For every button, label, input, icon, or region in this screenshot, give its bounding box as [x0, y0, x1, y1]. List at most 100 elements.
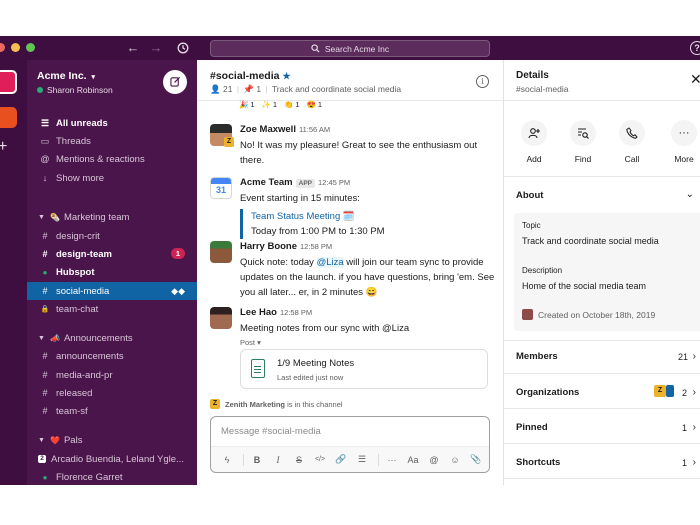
- avatar[interactable]: [210, 307, 232, 329]
- section-header-marketing[interactable]: ▼ 🌯 Marketing team: [27, 208, 197, 226]
- history-icon[interactable]: [174, 39, 192, 59]
- pinned-section[interactable]: Pinned: [516, 422, 548, 433]
- back-arrow-icon[interactable]: ←: [124, 39, 142, 57]
- help-icon[interactable]: ?: [690, 41, 700, 55]
- sidebar-channel-social-media[interactable]: # social-media ◆◆: [27, 282, 197, 300]
- about-section-header[interactable]: About: [516, 190, 543, 201]
- link-icon[interactable]: 🔗: [332, 454, 350, 465]
- reaction-pill[interactable]: 🎉 1: [239, 100, 255, 109]
- text-format-icon[interactable]: Aa: [404, 455, 422, 465]
- user-mention[interactable]: @Liza: [316, 257, 344, 268]
- sidebar-item-threads[interactable]: ▭ Threads: [27, 132, 197, 150]
- sidebar-item-show-more[interactable]: ↓ Show more: [27, 169, 197, 187]
- more-icon[interactable]: ···: [383, 455, 401, 465]
- topic-value[interactable]: Track and coordinate social media: [522, 236, 659, 246]
- channel-topic[interactable]: Track and coordinate social media: [272, 84, 401, 94]
- compose-button[interactable]: [163, 70, 187, 94]
- chevron-right-icon[interactable]: ›: [693, 387, 696, 398]
- compose-icon: [169, 76, 180, 87]
- chevron-right-icon[interactable]: ›: [693, 351, 696, 362]
- sidebar-channel-released[interactable]: # released: [27, 384, 197, 402]
- members-section[interactable]: Members: [516, 351, 558, 362]
- hash-icon: #: [42, 370, 48, 380]
- add-workspace-icon[interactable]: +: [0, 138, 7, 156]
- sidebar-dm-group[interactable]: 2 Arcadio Buendia, Leland Ygle...: [27, 450, 197, 468]
- message-time[interactable]: 12:45 PM: [318, 178, 350, 187]
- channel-info-icon[interactable]: i: [476, 75, 489, 88]
- sidebar-dm-hubspot[interactable]: ● Hubspot: [27, 263, 197, 281]
- reaction-pill[interactable]: ✨ 1: [262, 100, 278, 109]
- calendar-app-icon[interactable]: 31: [210, 177, 232, 199]
- members-count: 21: [678, 352, 689, 362]
- chevron-right-icon[interactable]: ›: [693, 422, 696, 433]
- avatar[interactable]: [210, 241, 232, 263]
- channel-title[interactable]: #social-media ★: [210, 70, 291, 82]
- topic-label: Topic: [522, 221, 541, 230]
- forward-arrow-icon[interactable]: →: [147, 39, 165, 57]
- sidebar-dm-florence[interactable]: ● Florence Garret: [27, 468, 197, 486]
- more-button[interactable]: ··· More: [664, 120, 700, 164]
- section-header-pals[interactable]: ▼ ❤️ Pals: [27, 431, 197, 449]
- workspace-switcher-other[interactable]: [0, 107, 17, 128]
- workspace-name[interactable]: Acme Inc. ▾: [37, 70, 95, 82]
- strikethrough-icon[interactable]: S: [290, 455, 308, 465]
- message-input[interactable]: [219, 423, 479, 439]
- find-button[interactable]: Find: [563, 120, 603, 164]
- attach-icon[interactable]: 📎: [467, 454, 485, 465]
- star-icon[interactable]: ★: [282, 71, 290, 81]
- italic-icon[interactable]: I: [269, 455, 287, 465]
- chevron-right-icon[interactable]: ›: [693, 457, 696, 468]
- search-bar[interactable]: Search Acme Inc: [210, 40, 490, 57]
- organizations-section[interactable]: Organizations: [516, 387, 579, 398]
- channel-notice: Z Zenith Marketing is in this channel: [210, 399, 343, 409]
- message-time[interactable]: 11:56 AM: [299, 125, 330, 134]
- sidebar-channel-team-chat[interactable]: 🔒 team-chat: [27, 300, 197, 318]
- channel-view: #social-media ★ 👤 21 | 📌 1 | Track and co…: [197, 60, 503, 485]
- code-icon[interactable]: </>: [311, 456, 329, 463]
- event-link[interactable]: Team Status Meeting 🗓️: [251, 209, 495, 224]
- sidebar-item-all-unreads[interactable]: ☰ All unreads: [27, 114, 197, 132]
- message-author[interactable]: Harry Boone 12:58 PM: [240, 241, 332, 252]
- shortcuts-section[interactable]: Shortcuts: [516, 457, 560, 468]
- reaction-pill[interactable]: 😍 1: [307, 100, 323, 109]
- call-button[interactable]: Call: [612, 120, 652, 164]
- emoji-icon[interactable]: ☺: [446, 455, 464, 465]
- org-name[interactable]: Zenith Marketing: [225, 400, 285, 409]
- lightning-icon[interactable]: ϟ: [218, 455, 236, 465]
- chevron-down-icon[interactable]: ⌄: [686, 189, 694, 200]
- add-people-button[interactable]: Add: [514, 120, 554, 164]
- post-attachment[interactable]: 1/9 Meeting Notes Last edited just now: [240, 349, 488, 389]
- sidebar-item-mentions[interactable]: @ Mentions & reactions: [27, 150, 197, 168]
- more-icon: ···: [671, 120, 697, 146]
- details-panel: Details #social-media ✕ Add Find Call ··…: [503, 60, 700, 485]
- list-icon[interactable]: ☰: [353, 454, 371, 465]
- sidebar: Acme Inc. ▾ Sharon Robinson ☰ All unread…: [27, 60, 197, 485]
- divider: [504, 100, 700, 101]
- sidebar-channel-team-sf[interactable]: # team-sf: [27, 402, 197, 420]
- about-box: Topic Track and coordinate social media …: [514, 213, 700, 331]
- minimize-window-button[interactable]: [11, 43, 20, 52]
- section-header-announcements[interactable]: ▼ 📣 Announcements: [27, 329, 197, 347]
- sidebar-channel-media-and-pr[interactable]: # media-and-pr: [27, 366, 197, 384]
- sidebar-channel-design-crit[interactable]: # design-crit: [27, 227, 197, 245]
- message-author[interactable]: Zoe Maxwell 11:56 AM: [240, 124, 330, 135]
- sidebar-channel-design-team[interactable]: # design-team 1: [27, 245, 197, 263]
- sidebar-channel-announcements[interactable]: # announcements: [27, 347, 197, 365]
- mention-icon[interactable]: @: [425, 455, 443, 465]
- pin-count[interactable]: 1: [256, 84, 261, 94]
- message-author[interactable]: Acme Team APP 12:45 PM: [240, 177, 350, 188]
- workspace-switcher-acme[interactable]: [0, 70, 17, 94]
- post-label[interactable]: Post ▾: [240, 338, 261, 347]
- reaction-pill[interactable]: 👏 1: [284, 100, 300, 109]
- close-window-button[interactable]: [0, 43, 5, 52]
- bold-icon[interactable]: B: [248, 455, 266, 465]
- message-time[interactable]: 12:58 PM: [300, 242, 332, 251]
- description-value[interactable]: Home of the social media team: [522, 281, 646, 291]
- close-icon[interactable]: ✕: [690, 72, 700, 86]
- maximize-window-button[interactable]: [26, 43, 35, 52]
- org-badge-icon: Z: [224, 137, 234, 147]
- member-count[interactable]: 21: [223, 84, 232, 94]
- message-text: Event starting in 15 minutes: Team Statu…: [240, 191, 495, 239]
- message-time[interactable]: 12:58 PM: [280, 308, 312, 317]
- message-author[interactable]: Lee Hao 12:58 PM: [240, 307, 312, 318]
